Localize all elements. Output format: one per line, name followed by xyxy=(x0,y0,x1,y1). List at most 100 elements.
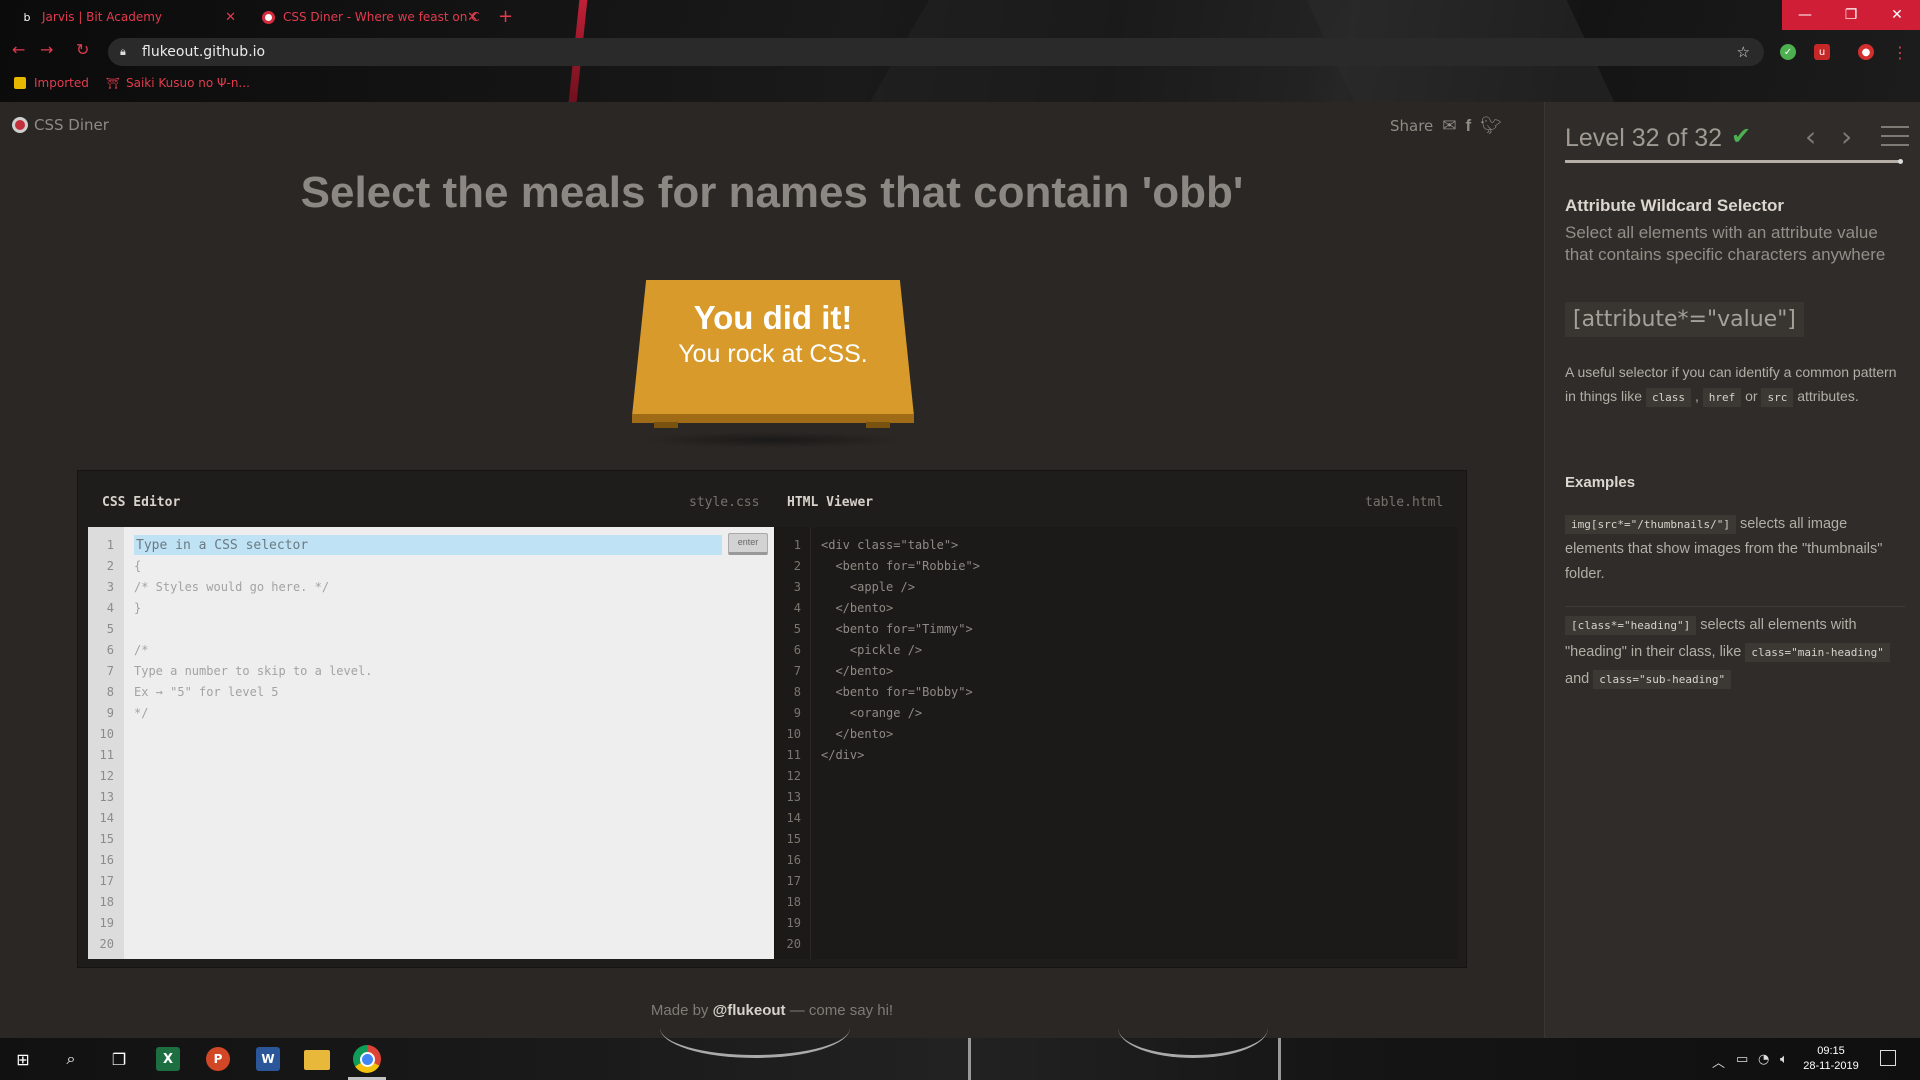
file-explorer-icon[interactable] xyxy=(304,1050,330,1070)
clock-date: 28-11-2019 xyxy=(1803,1060,1859,1072)
line-number: 15 xyxy=(786,832,801,846)
tray-chevron-icon[interactable]: ︿ xyxy=(1712,1052,1725,1071)
extension-ublock-icon[interactable]: u xyxy=(1814,44,1830,60)
code-line: </div> xyxy=(821,748,865,762)
profile-icon[interactable]: ● xyxy=(1858,44,1874,60)
chrome-icon[interactable] xyxy=(353,1045,381,1073)
line-number: 1 xyxy=(106,538,114,552)
line-number: 8 xyxy=(793,685,801,699)
site-favicon-icon: ⛩ xyxy=(106,77,120,90)
site-logo[interactable]: CSS Diner xyxy=(12,116,109,134)
mail-icon[interactable]: ✉ xyxy=(1442,116,1456,136)
line-number: 5 xyxy=(793,622,801,636)
tab-jarvis[interactable]: b Jarvis | Bit Academy ✕ xyxy=(10,4,242,30)
line-number: 7 xyxy=(793,664,801,678)
html-file-name: table.html xyxy=(1365,495,1444,510)
code-line: Type a number to skip to a level. xyxy=(134,664,373,678)
css-file-name: style.css xyxy=(689,495,760,510)
line-number: 14 xyxy=(99,811,114,825)
forward-button[interactable]: → xyxy=(40,40,53,59)
line-number: 12 xyxy=(99,769,114,783)
excel-icon[interactable]: X xyxy=(156,1047,180,1071)
extension-check-icon[interactable]: ✓ xyxy=(1780,44,1796,60)
twitter-icon[interactable]: 🐦︎ xyxy=(1480,116,1502,136)
example-1: img[src*="/thumbnails/"] selects all ima… xyxy=(1565,515,1883,582)
close-tab-icon[interactable]: ✕ xyxy=(467,10,478,25)
line-number: 9 xyxy=(106,706,114,720)
line-number: 11 xyxy=(786,748,801,762)
next-level-button[interactable]: › xyxy=(1841,120,1852,153)
line-number: 15 xyxy=(99,832,114,846)
back-button[interactable]: ← xyxy=(12,40,25,59)
line-number: 13 xyxy=(99,790,114,804)
selector-hint: A useful selector if you can identify a … xyxy=(1565,360,1905,410)
close-tab-icon[interactable]: ✕ xyxy=(225,10,236,25)
address-bar[interactable]: 🔒︎ flukeout.github.io ☆ xyxy=(108,38,1764,66)
win-subtitle: You rock at CSS. xyxy=(678,340,868,368)
powerpoint-icon[interactable]: P xyxy=(206,1047,230,1071)
logo-icon xyxy=(12,117,28,133)
facebook-icon[interactable]: f xyxy=(1466,116,1472,136)
url-text: flukeout.github.io xyxy=(142,44,266,60)
tab-css-diner[interactable]: CSS Diner - Where we feast on C ✕ xyxy=(252,4,484,30)
line-number: 9 xyxy=(793,706,801,720)
example-2: [class*="heading"] selects all elements … xyxy=(1565,612,1905,693)
examples-title: Examples xyxy=(1565,474,1636,491)
level-sidebar: Level 32 of 32 ✔ ‹ › Attribute Wildcard … xyxy=(1544,102,1920,1038)
start-icon[interactable]: ⊞ xyxy=(8,1044,38,1074)
task-view-icon[interactable]: ❐ xyxy=(104,1044,134,1074)
close-window-button[interactable]: ✕ xyxy=(1874,0,1920,30)
code-line: Ex → "5" for level 5 xyxy=(134,685,279,699)
code-class: class xyxy=(1645,388,1692,407)
bookmark-imported[interactable]: Imported xyxy=(14,76,89,90)
previous-level-button[interactable]: ‹ xyxy=(1805,120,1816,153)
code-line: } xyxy=(134,601,142,615)
line-number: 2 xyxy=(793,559,801,573)
word-icon[interactable]: W xyxy=(256,1047,280,1071)
enter-button[interactable]: enter xyxy=(728,533,768,555)
wifi-icon[interactable]: ◔ xyxy=(1758,1052,1769,1067)
minimize-button[interactable]: — xyxy=(1782,0,1828,30)
line-number: 12 xyxy=(786,769,801,783)
line-number: 10 xyxy=(99,727,114,741)
volume-icon[interactable]: 🔈︎ xyxy=(1780,1052,1788,1067)
notification-icon[interactable] xyxy=(1880,1050,1896,1066)
line-number: 3 xyxy=(106,580,114,594)
bookmark-star-icon[interactable]: ☆ xyxy=(1737,43,1750,61)
line-number: 20 xyxy=(786,937,801,951)
line-number: 16 xyxy=(99,853,114,867)
system-clock[interactable]: 09:15 28-11-2019 xyxy=(1796,1044,1866,1074)
line-number: 16 xyxy=(786,853,801,867)
line-number: 14 xyxy=(786,811,801,825)
editor-panel: CSS Editor style.css HTML Viewer table.h… xyxy=(77,470,1467,968)
code-line: <apple /> xyxy=(821,580,915,594)
browser-chrome: b Jarvis | Bit Academy ✕ CSS Diner - Whe… xyxy=(0,0,1920,102)
code-line: { xyxy=(134,559,142,573)
bookmark-saiki[interactable]: ⛩ Saiki Kusuo no Ψ-n... xyxy=(106,76,250,90)
html-viewer-title: HTML Viewer xyxy=(787,495,874,510)
code-line: <bento for="Robbie"> xyxy=(821,559,980,573)
maximize-button[interactable]: ❐ xyxy=(1828,0,1874,30)
code-line: </bento> xyxy=(821,601,894,615)
code-line: /* xyxy=(134,643,149,657)
css-selector-input[interactable] xyxy=(134,535,722,555)
line-number: 20 xyxy=(99,937,114,951)
code-line: <orange /> xyxy=(821,706,923,720)
html-line-numbers: 1 2 3 4 5 6 7 8 9 10 11 12 13 14 15 16 17 18 19 20 xyxy=(775,527,811,959)
code-href: href xyxy=(1702,388,1742,407)
tab-title: Jarvis | Bit Academy xyxy=(42,10,163,24)
new-tab-button[interactable]: + xyxy=(498,6,513,27)
code-src: src xyxy=(1761,388,1794,407)
reload-button[interactable]: ↻ xyxy=(76,40,89,59)
share-bar: Share ✉ f 🐦︎ xyxy=(1390,116,1502,136)
chrome-menu-icon[interactable]: ⋮ xyxy=(1892,43,1908,62)
level-menu-icon[interactable] xyxy=(1881,126,1909,146)
clock-time: 09:15 xyxy=(1817,1045,1845,1057)
code-line: <bento for="Bobby"> xyxy=(821,685,973,699)
level-complete-check-icon: ✔ xyxy=(1731,122,1752,150)
search-icon[interactable]: ⌕ xyxy=(56,1044,86,1074)
line-number: 18 xyxy=(786,895,801,909)
tab-favicon: b xyxy=(23,10,31,24)
battery-icon[interactable]: ▭ xyxy=(1736,1052,1748,1067)
code-line: <pickle /> xyxy=(821,643,923,657)
